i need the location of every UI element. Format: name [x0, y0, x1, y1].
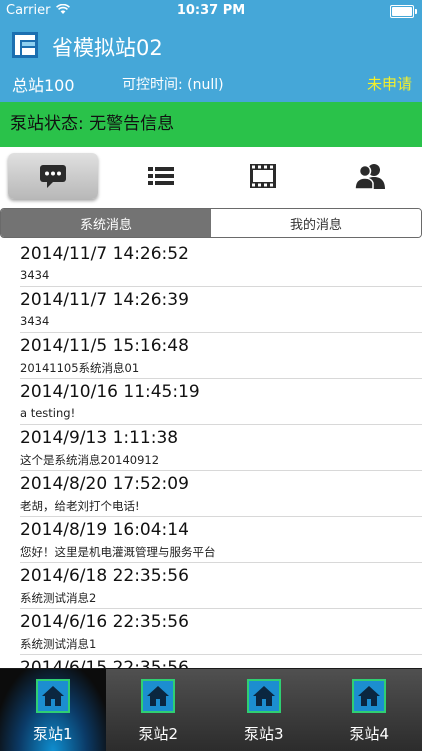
clock: 10:37 PM [0, 3, 422, 18]
icon-toolbar [0, 147, 422, 207]
pump-status-banner: 泵站状态: 无警告信息 [0, 102, 422, 147]
message-body: 系统测试消息2 [20, 590, 96, 606]
message-body: 3434 [20, 268, 49, 282]
my-messages-tab[interactable]: 我的消息 [211, 209, 421, 237]
message-item[interactable]: 2014/9/13 1:11:38 这个是系统消息20140912 [20, 425, 422, 471]
tab-pump-station-1[interactable]: 泵站1 [0, 669, 106, 751]
tab-label: 泵站4 [349, 723, 389, 744]
messages-button[interactable] [8, 153, 98, 199]
message-body: 老胡，给老刘打个电话! [20, 498, 140, 514]
users-icon [354, 162, 386, 190]
system-messages-tab[interactable]: 系统消息 [1, 209, 211, 237]
station-label: 总站100 [12, 72, 75, 96]
tab-label: 泵站1 [33, 723, 73, 744]
message-body: 系统测试消息1 [20, 636, 96, 652]
message-time: 2014/11/5 15:16:48 [20, 336, 189, 356]
page-title: 省模拟站02 [52, 32, 163, 62]
message-item[interactable]: 2014/6/18 22:35:56 系统测试消息2 [20, 563, 422, 609]
station-header: 省模拟站02 总站100 可控时间: (null) 未申请 [0, 22, 422, 102]
home-icon [36, 679, 70, 713]
pump-station-tab-bar: 泵站1 泵站2 泵站3 泵站4 [0, 668, 422, 751]
users-button[interactable] [325, 153, 415, 199]
message-type-segmented-control: 系统消息 我的消息 [0, 208, 422, 238]
message-item[interactable]: 2014/10/16 11:45:19 a testing! [20, 379, 422, 425]
controllable-time: 可控时间: (null) [122, 74, 224, 94]
message-time: 2014/10/16 11:45:19 [20, 382, 200, 402]
tab-pump-station-3[interactable]: 泵站3 [211, 669, 317, 751]
message-item[interactable]: 2014/8/20 17:52:09 老胡，给老刘打个电话! [20, 471, 422, 517]
application-status: 未申请 [367, 73, 412, 94]
video-button[interactable] [218, 153, 308, 199]
message-list[interactable]: 2014/11/7 14:26:52 3434 2014/11/7 14:26:… [0, 241, 422, 670]
home-icon [141, 679, 175, 713]
message-time: 2014/9/13 1:11:38 [20, 428, 178, 448]
message-body: 您好！这里是机电灌溉管理与服务平台 [20, 544, 216, 560]
battery-icon [390, 5, 414, 18]
message-time: 2014/8/20 17:52:09 [20, 474, 189, 494]
tab-label: 泵站2 [138, 723, 178, 744]
message-time: 2014/8/19 16:04:14 [20, 520, 189, 540]
app-logo-icon [12, 32, 38, 58]
message-time: 2014/6/16 22:35:56 [20, 612, 189, 632]
list-button[interactable] [116, 153, 206, 199]
home-icon [352, 679, 386, 713]
message-body: 这个是系统消息20140912 [20, 452, 159, 468]
message-item[interactable]: 2014/11/7 14:26:39 3434 [20, 287, 422, 333]
message-item[interactable]: 2014/11/7 14:26:52 3434 [20, 241, 422, 287]
message-body: 20141105系统消息01 [20, 360, 139, 376]
message-time: 2014/11/7 14:26:39 [20, 290, 189, 310]
tab-pump-station-2[interactable]: 泵站2 [106, 669, 212, 751]
tab-label: 泵站3 [244, 723, 284, 744]
message-item[interactable]: 2014/8/19 16:04:14 您好！这里是机电灌溉管理与服务平台 [20, 517, 422, 563]
home-icon [247, 679, 281, 713]
message-body: a testing! [20, 406, 75, 420]
message-item[interactable]: 2014/6/16 22:35:56 系统测试消息1 [20, 609, 422, 655]
message-body: 3434 [20, 314, 49, 328]
list-icon [146, 164, 176, 188]
message-item[interactable]: 2014/11/5 15:16:48 20141105系统消息01 [20, 333, 422, 379]
message-time: 2014/11/7 14:26:52 [20, 244, 189, 264]
tab-pump-station-4[interactable]: 泵站4 [317, 669, 422, 751]
messages-icon [38, 163, 68, 189]
ios-status-bar: Carrier 10:37 PM [0, 0, 422, 22]
message-time: 2014/6/18 22:35:56 [20, 566, 189, 586]
video-icon [249, 163, 277, 189]
